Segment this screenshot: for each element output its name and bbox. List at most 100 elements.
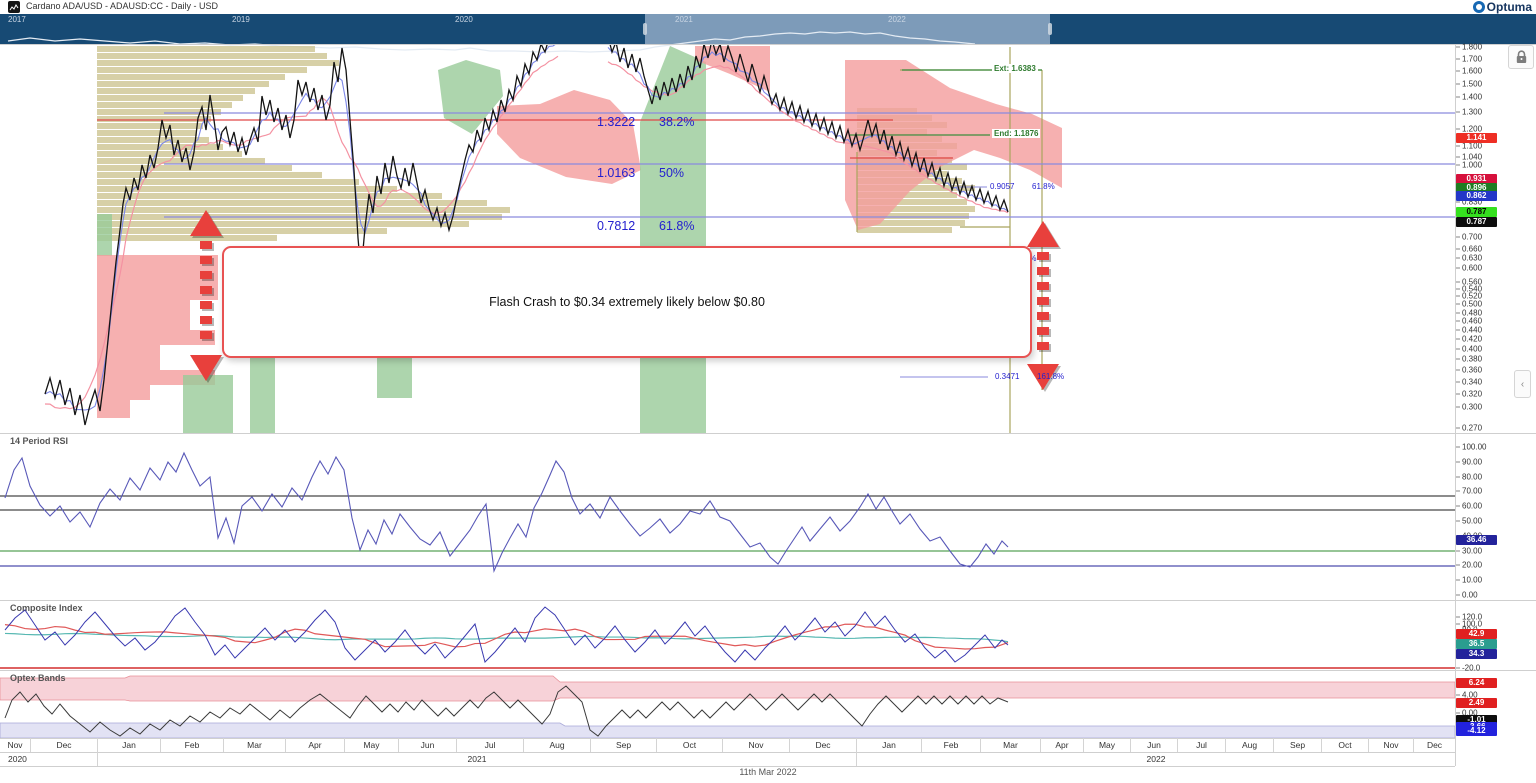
time-axis-month: Mar <box>980 738 1040 752</box>
flash-crash-arrow[interactable] <box>190 210 222 381</box>
volume-profile-bar <box>97 74 285 80</box>
price-price-badge: 1.141 <box>1456 133 1497 143</box>
price-tick-label: 1.800 <box>1462 42 1483 52</box>
lock-button[interactable] <box>1508 45 1534 69</box>
volume-profile-bar <box>857 227 952 233</box>
fib-retracement-label-small[interactable]: 0.9057 61.8% <box>990 182 1055 191</box>
optuma-logo-icon <box>1472 1 1485 13</box>
time-axis-month: Oct <box>1321 738 1368 752</box>
price-tick-label: 0.270 <box>1462 423 1483 433</box>
kijun-line <box>607 61 1009 214</box>
navigator-handle-left[interactable] <box>643 23 647 35</box>
navigator-handle-right[interactable] <box>1048 23 1052 35</box>
fib-retracement-label-small[interactable]: 0.3471 161.8% <box>995 372 1064 381</box>
time-axis-month: Apr <box>285 738 344 752</box>
composite-fast-ma-line <box>4 623 1009 650</box>
volume-profile-bar <box>857 171 947 177</box>
optex-price-badge: 2.49 <box>1456 698 1497 708</box>
price-tick-label: 0.440 <box>1462 325 1483 335</box>
annotation-box[interactable]: Flash Crash to $0.34 extremely likely be… <box>222 246 1032 358</box>
time-axis-month: Feb <box>160 738 223 752</box>
price-tick-label: 0.420 <box>1462 334 1483 344</box>
panel-separator <box>0 44 1536 45</box>
fib-percent: 61.8% <box>1032 182 1055 191</box>
price-tick-label: 0.460 <box>1462 316 1483 326</box>
optex-panel-label: Optex Bands <box>10 673 66 683</box>
price-tick-label: 1.700 <box>1462 54 1483 64</box>
fib-value: 1.3222 <box>597 115 636 129</box>
time-axis-year: 2021 <box>97 752 856 766</box>
timeline-navigator[interactable]: 2017 2019 2020 2021 2022 <box>0 14 1536 44</box>
price-price-badge: 0.862 <box>1456 191 1497 201</box>
time-axis-year: 2020 <box>8 754 27 764</box>
volume-profile-bar <box>857 157 952 163</box>
ichimoku-cloud-green <box>438 60 503 134</box>
time-axis-month: Aug <box>1225 738 1273 752</box>
fib-retracement-label[interactable]: 0.7812 61.8% <box>597 219 694 233</box>
rsi-tick-label: 30.00 <box>1462 546 1483 556</box>
last-date-label: 11th Mar 2022 <box>739 767 797 777</box>
chevron-left-icon: ‹ <box>1520 378 1525 390</box>
fib-end-label[interactable]: End: 1.1876 <box>992 129 1041 138</box>
optex-price-badge: -4.12 <box>1456 726 1497 736</box>
rsi-tick-label: 60.00 <box>1462 501 1483 511</box>
price-price-badge: 0.787 <box>1456 217 1497 227</box>
rsi-tick-label: 70.00 <box>1462 486 1483 496</box>
composite-slow-ma-line <box>4 632 1009 643</box>
price-tick-label: 1.000 <box>1462 160 1483 170</box>
annotation-text: Flash Crash to $0.34 extremely likely be… <box>489 295 765 309</box>
rsi-price-badge: 36.46 <box>1456 535 1497 545</box>
navigator-year-label: 2019 <box>232 15 250 24</box>
volume-profile-bar <box>97 179 359 185</box>
time-axis-month: Jul <box>456 738 523 752</box>
volume-profile-bar <box>97 186 397 192</box>
volume-profile-bar <box>857 115 932 121</box>
volume-profile-bar <box>97 46 315 52</box>
price-price-badge: 0.787 <box>1456 207 1497 217</box>
time-axis-month: Jan <box>856 738 921 752</box>
volume-profile-bar <box>97 53 327 59</box>
fib-retracement-label[interactable]: 1.0163 50% <box>597 166 684 180</box>
volume-profile-bar <box>857 185 975 191</box>
price-tick-label: 0.300 <box>1462 402 1483 412</box>
time-axis-month: Apr <box>1040 738 1083 752</box>
flash-crash-arrow <box>192 212 224 383</box>
volume-profile-bar <box>857 192 957 198</box>
navigator-year-label: 2017 <box>8 15 26 24</box>
volume-profile-bar <box>857 199 967 205</box>
time-axis-month: May <box>344 738 398 752</box>
ichimoku-cloud-red <box>97 255 218 418</box>
time-axis-month: Aug <box>523 738 590 752</box>
volume-profile-bar <box>97 172 322 178</box>
volume-profile-bar <box>97 221 469 227</box>
navigator-selection-window[interactable] <box>645 14 1050 44</box>
volume-profile-bar <box>857 143 957 149</box>
volume-profile-bar <box>97 144 223 150</box>
volume-profile-bar <box>857 136 942 142</box>
fib-retracement-label[interactable]: 1.3222 38.2% <box>597 115 694 129</box>
volume-profile-bar <box>857 213 969 219</box>
panel-separator <box>0 600 1536 601</box>
volume-profile-bar <box>97 116 211 122</box>
volume-profile-bar <box>97 207 510 213</box>
optuma-logo: Optuma <box>1472 0 1532 14</box>
price-tick-label: 0.400 <box>1462 344 1483 354</box>
collapse-axis-button[interactable]: ‹ <box>1514 370 1531 398</box>
volume-profile-bar <box>97 214 502 220</box>
volume-profile-bar <box>97 130 197 136</box>
app-icon <box>8 1 20 13</box>
time-axis-month: May <box>1083 738 1130 752</box>
volume-profile-bar <box>857 129 927 135</box>
volume-profile-bar <box>97 137 209 143</box>
price-tick-label: 1.400 <box>1462 92 1483 102</box>
fib-ext-label[interactable]: Ext: 1.6383 <box>992 64 1038 73</box>
volume-profile-bar <box>857 164 967 170</box>
composite-price-badge: 34.3 <box>1456 649 1497 659</box>
volume-profile-bar <box>97 60 339 66</box>
navigator-year-label: 2022 <box>888 15 906 24</box>
lock-icon <box>1516 50 1526 63</box>
ichimoku-cloud-green <box>640 46 706 433</box>
composite-price-badge: 42.9 <box>1456 629 1497 639</box>
optex-lower-band <box>0 722 1455 738</box>
optex-price-badge: 6.24 <box>1456 678 1497 688</box>
